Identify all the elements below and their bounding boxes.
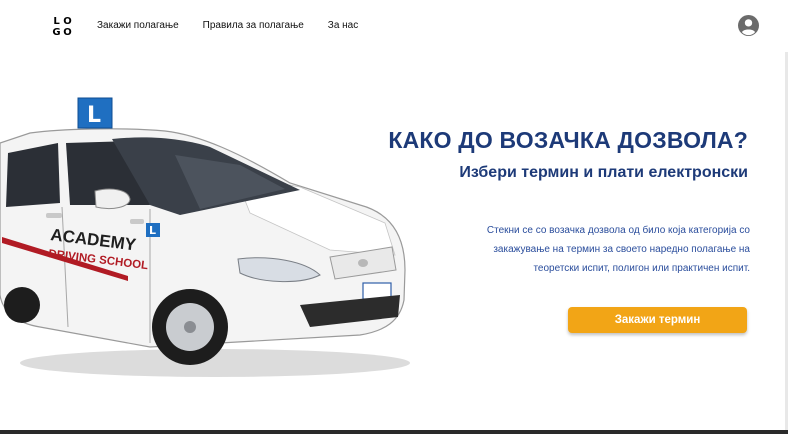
logo-letter: O [63, 16, 72, 27]
logo-letter: L [53, 16, 60, 27]
hero-description: Стекни се со возачка дозвола од било кој… [486, 225, 750, 274]
nav-link-book-exam[interactable]: Закажи полагање [97, 20, 179, 31]
user-circle-icon[interactable] [738, 15, 759, 36]
logo-letter: O [63, 27, 72, 38]
nav-link-exam-rules[interactable]: Правила за полагање [203, 20, 304, 31]
roof-sign-letter: L [87, 103, 101, 128]
car-door-l-badge: L [149, 224, 156, 237]
navbar: L O G O Закажи полагање Правила за полаг… [0, 0, 788, 52]
nav-link-about-us[interactable]: За нас [328, 20, 358, 31]
main-nav: Закажи полагање Правила за полагање За н… [97, 20, 358, 31]
hero-subtitle: Избери термин и плати електронски [459, 164, 748, 181]
logo-letter: G [52, 27, 61, 38]
logo[interactable]: L O G O [51, 16, 73, 38]
driving-school-car-image: ACADEMY DRIVING SCHOOL L L [0, 97, 410, 377]
book-appointment-button[interactable]: Закажи термин [568, 307, 747, 333]
page-bottom-border [0, 430, 788, 434]
hero-title: КАКО ДО ВОЗАЧКА ДОЗВОЛА? [388, 127, 748, 153]
